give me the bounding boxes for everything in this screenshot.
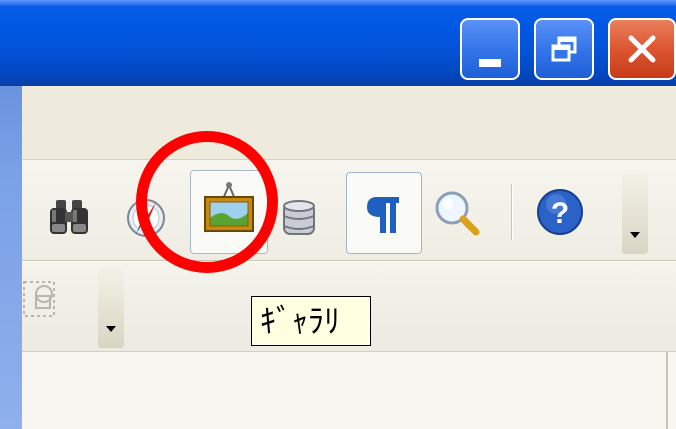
chevron-down-icon — [106, 326, 116, 332]
help-button[interactable]: ? — [528, 182, 592, 246]
highlight-circle-annotation — [136, 131, 278, 273]
pilcrow-icon — [367, 197, 399, 233]
document-area[interactable] — [22, 352, 676, 429]
zoom-button[interactable] — [428, 184, 488, 244]
magnifier-icon — [435, 191, 480, 236]
toolbar-overflow-button[interactable] — [622, 174, 648, 254]
tooltip: ｷﾞｬﾗﾘ — [251, 296, 371, 346]
toolbar2-overflow-button[interactable] — [98, 268, 124, 348]
chevron-down-icon — [630, 232, 640, 238]
toolbar-separator — [511, 184, 512, 240]
binoculars-icon — [50, 200, 88, 234]
svg-text:?: ? — [551, 197, 569, 230]
help-icon: ? — [537, 189, 583, 235]
data-sources-button[interactable] — [272, 188, 328, 248]
minimize-icon — [479, 59, 501, 67]
document-scrollbar-edge — [666, 352, 668, 429]
find-button[interactable] — [36, 188, 104, 248]
tooltip-text: ｷﾞｬﾗﾘ — [260, 302, 341, 340]
shapes-icon — [23, 281, 55, 317]
restore-button[interactable] — [534, 18, 594, 80]
close-button[interactable] — [608, 18, 676, 80]
minimize-button[interactable] — [460, 18, 520, 80]
database-icon — [283, 200, 315, 235]
formatting-marks-button[interactable] — [346, 172, 422, 254]
restore-icon — [551, 36, 577, 62]
menu-bar — [22, 86, 676, 160]
draw-functions-button[interactable] — [22, 274, 66, 330]
close-icon — [628, 35, 656, 63]
